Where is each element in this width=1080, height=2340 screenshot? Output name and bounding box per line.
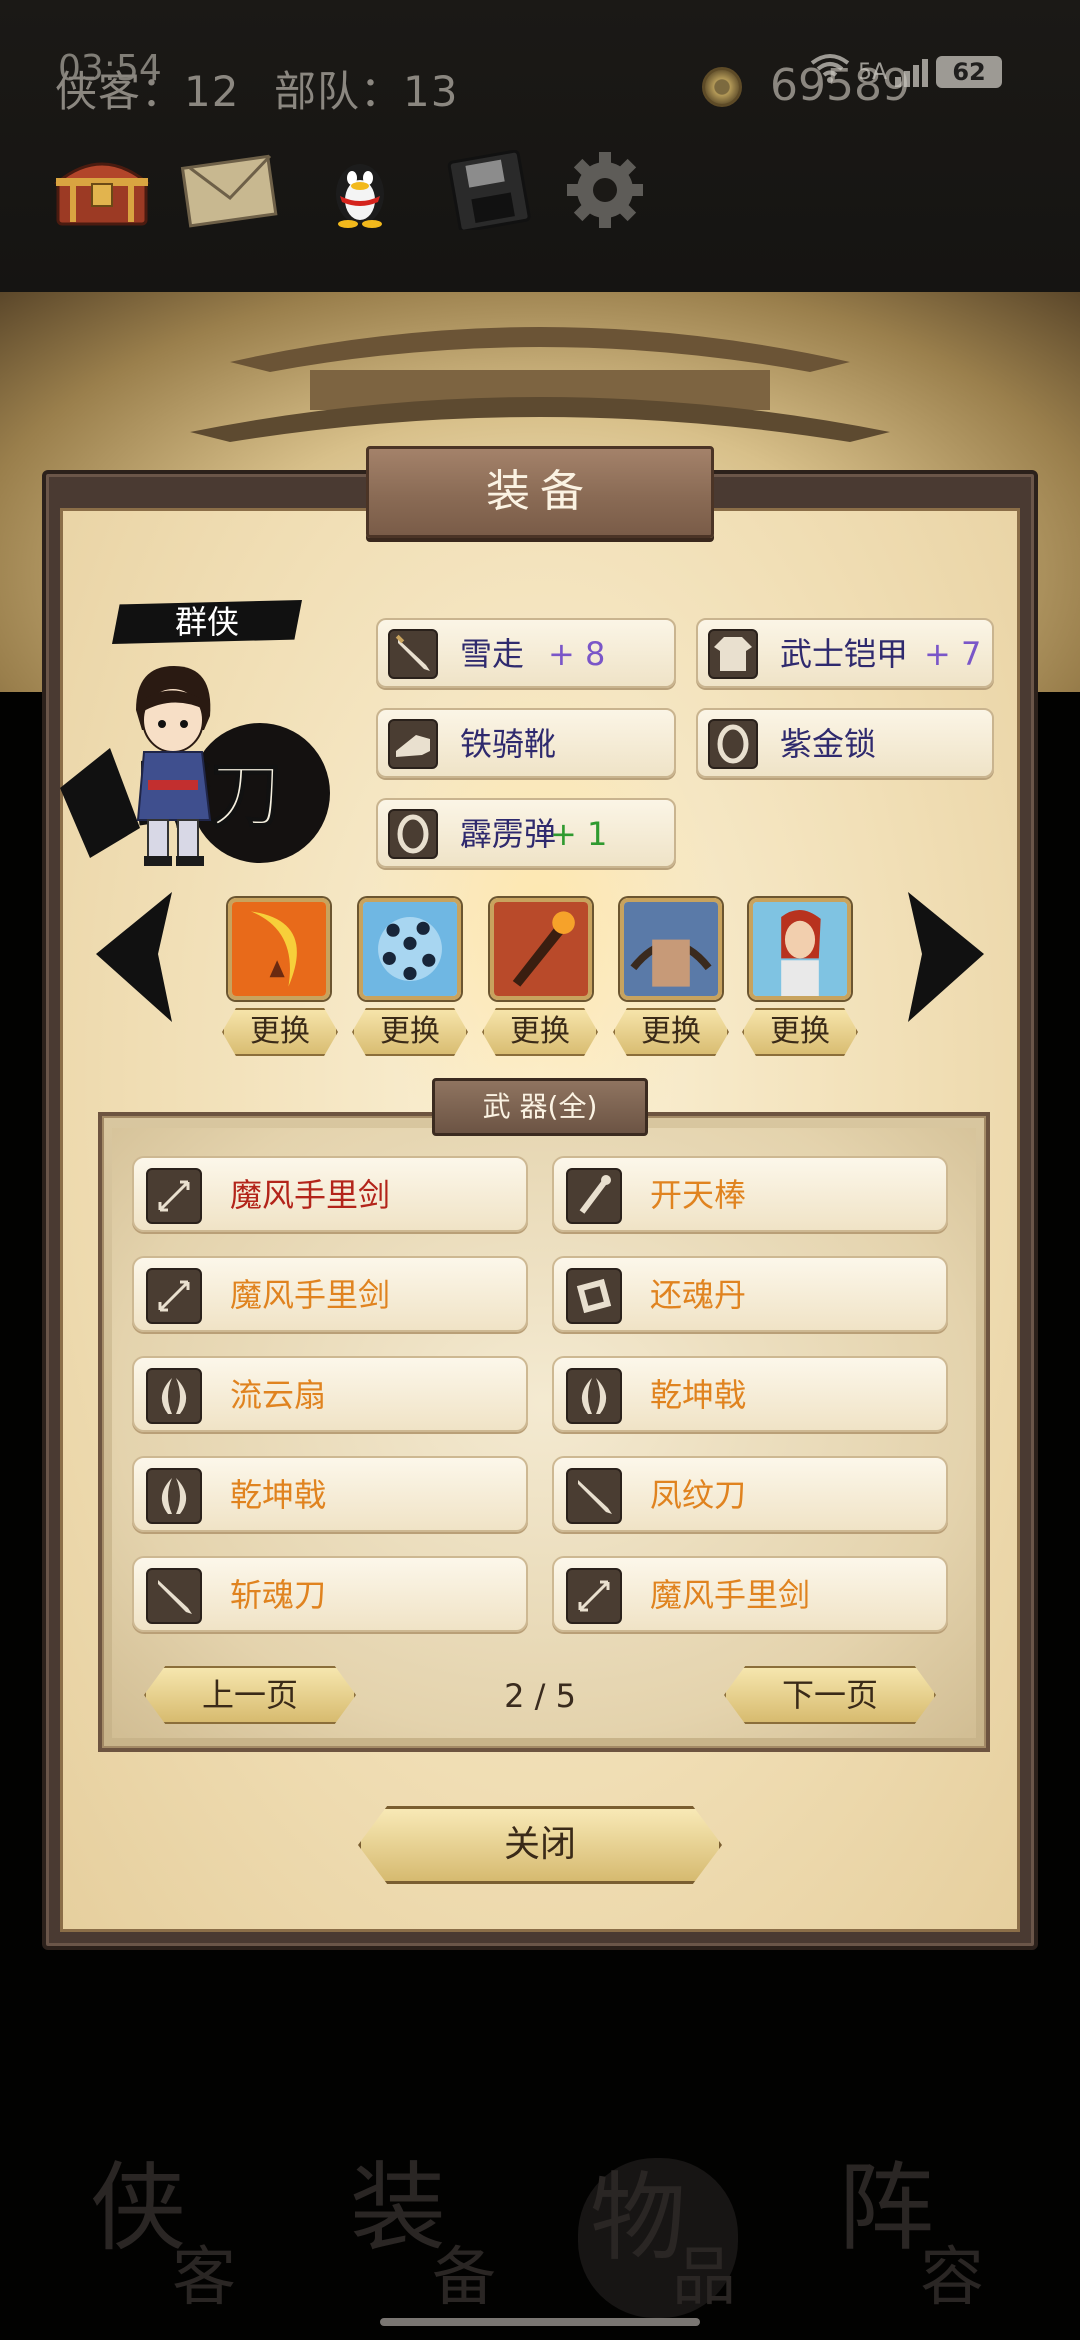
- qq-penguin-icon[interactable]: [310, 150, 410, 230]
- temple-roof-icon: [190, 327, 890, 442]
- skill-warrior-woman-icon[interactable]: [749, 898, 851, 1000]
- inventory-item[interactable]: 还魂丹: [552, 1256, 948, 1332]
- skill-flaming-blade-icon[interactable]: [490, 898, 592, 1000]
- hero-count: 侠客：12: [55, 67, 240, 116]
- nav-heroes-glyph-sub: 客: [172, 2241, 236, 2315]
- save-disk-icon[interactable]: [440, 149, 540, 233]
- equipped-hidden-weapon-slot[interactable]: 霹雳弹 + 1: [376, 798, 676, 868]
- swap-skill-4-button[interactable]: 更换: [613, 1008, 729, 1056]
- equipped-armor-name: 武士铠甲: [780, 635, 909, 673]
- next-page-button[interactable]: 下一页: [724, 1666, 936, 1724]
- swap-skill-2-button[interactable]: 更换: [352, 1008, 468, 1056]
- equipped-hidden-weapon-bonus: + 1: [550, 815, 608, 853]
- inventory-item-name: 乾坤戟: [650, 1376, 747, 1414]
- inventory-item[interactable]: 开天棒: [552, 1156, 948, 1232]
- coin-icon: [702, 67, 742, 107]
- inventory-item[interactable]: 乾坤戟: [132, 1456, 528, 1532]
- shuriken-icon: [146, 1168, 202, 1224]
- troop-count: 部队：13: [274, 67, 459, 116]
- inventory-item-name: 魔风手里剑: [230, 1176, 391, 1214]
- nav-equipment-glyph-sub: 备: [432, 2241, 496, 2315]
- settings-gear-icon[interactable]: [555, 150, 655, 230]
- shuriken-icon: [566, 1568, 622, 1624]
- inventory-item[interactable]: 凤纹刀: [552, 1456, 948, 1532]
- panel-title: 装备: [486, 466, 594, 517]
- equipped-armor-slot[interactable]: 武士铠甲 + 7: [696, 618, 994, 688]
- inventory-item-name: 乾坤戟: [230, 1476, 327, 1514]
- inventory-item-name: 开天棒: [650, 1176, 747, 1214]
- inventory-item[interactable]: 流云扇: [132, 1356, 528, 1432]
- claw-icon: [566, 1368, 622, 1424]
- staff-icon: [566, 1168, 622, 1224]
- claw-icon: [146, 1468, 202, 1524]
- nav-equipment[interactable]: 装 备: [340, 2130, 540, 2320]
- next-arrow-icon[interactable]: [894, 892, 994, 1022]
- inventory-item-name: 流云扇: [230, 1376, 327, 1414]
- swap-skill-3-button[interactable]: 更换: [482, 1008, 598, 1056]
- swap-skill-5-button[interactable]: 更换: [742, 1008, 858, 1056]
- inventory-item-name: 魔风手里剑: [650, 1576, 811, 1614]
- treasure-chest-icon[interactable]: [52, 150, 152, 230]
- blade-icon: [388, 629, 438, 679]
- character-sprite: [136, 666, 212, 866]
- shuriken-icon: [146, 1268, 202, 1324]
- inventory-item[interactable]: 乾坤戟: [552, 1356, 948, 1432]
- faction-tag: 群侠: [112, 600, 302, 644]
- inventory-item-name: 魔风手里剑: [230, 1276, 391, 1314]
- system-status-icons: 5A 62: [810, 52, 1003, 92]
- equipped-weapon-bonus: + 8: [548, 635, 606, 673]
- blade-icon: [146, 1568, 202, 1624]
- home-indicator[interactable]: [380, 2318, 700, 2326]
- nav-items-glyph-sub: 品: [672, 2241, 736, 2315]
- equipped-weapon-slot[interactable]: 雪走 + 8: [376, 618, 676, 688]
- equipped-armor-bonus: + 7: [924, 635, 982, 673]
- title-plank: 装备: [366, 446, 714, 538]
- inventory-item[interactable]: 魔风手里剑: [552, 1556, 948, 1632]
- top-bar: 03:54 侠客：12 部队：13 69589 5A 62: [0, 0, 1080, 292]
- equipped-weapon-name: 雪走: [460, 635, 525, 673]
- equipped-accessory-slot[interactable]: 紫金锁: [696, 708, 994, 778]
- nav-lineup-glyph-sub: 容: [920, 2241, 984, 2315]
- page-indicator: 2 / 5: [504, 1677, 576, 1715]
- inventory-item-name: 还魂丹: [650, 1276, 747, 1314]
- nav-lineup[interactable]: 阵 容: [838, 2130, 1038, 2320]
- scroll-icon: [566, 1268, 622, 1324]
- close-button[interactable]: 关闭: [358, 1806, 722, 1884]
- equipped-hidden-weapon-name: 霹雳弹: [460, 815, 557, 853]
- inventory-item[interactable]: 魔风手里剑: [132, 1156, 528, 1232]
- equipped-boots-slot[interactable]: 铁骑靴: [376, 708, 676, 778]
- mail-icon[interactable]: [180, 150, 280, 230]
- nav-items[interactable]: 物 品: [580, 2130, 780, 2320]
- equipped-boots-name: 铁骑靴: [460, 725, 557, 763]
- inventory-item-name: 斩魂刀: [230, 1576, 327, 1614]
- blade-icon: [566, 1468, 622, 1524]
- skill-crescent-slash-icon[interactable]: [228, 898, 330, 1000]
- swap-skill-1-button[interactable]: 更换: [222, 1008, 338, 1056]
- boot-icon: [388, 719, 438, 769]
- prev-page-button[interactable]: 上一页: [144, 1666, 356, 1724]
- battery-icon: 62: [936, 56, 1003, 88]
- network-type: 5A: [858, 59, 888, 85]
- signal-icon: [895, 57, 929, 87]
- inventory-item-name: 凤纹刀: [650, 1476, 747, 1514]
- inventory-item[interactable]: 魔风手里剑: [132, 1256, 528, 1332]
- armor-icon: [708, 629, 758, 679]
- nav-heroes[interactable]: 侠 客: [80, 2130, 280, 2320]
- ring-icon: [388, 809, 438, 859]
- claw-icon: [146, 1368, 202, 1424]
- ring-icon: [708, 719, 758, 769]
- skill-ninja-swarm-icon[interactable]: [359, 898, 461, 1000]
- inventory-item[interactable]: 斩魂刀: [132, 1556, 528, 1632]
- category-filter[interactable]: 武 器(全): [432, 1078, 648, 1136]
- prev-arrow-icon[interactable]: [86, 892, 186, 1022]
- equipped-accessory-name: 紫金锁: [780, 725, 877, 763]
- wifi-icon: [810, 52, 850, 92]
- skill-crossbow-icon[interactable]: [620, 898, 722, 1000]
